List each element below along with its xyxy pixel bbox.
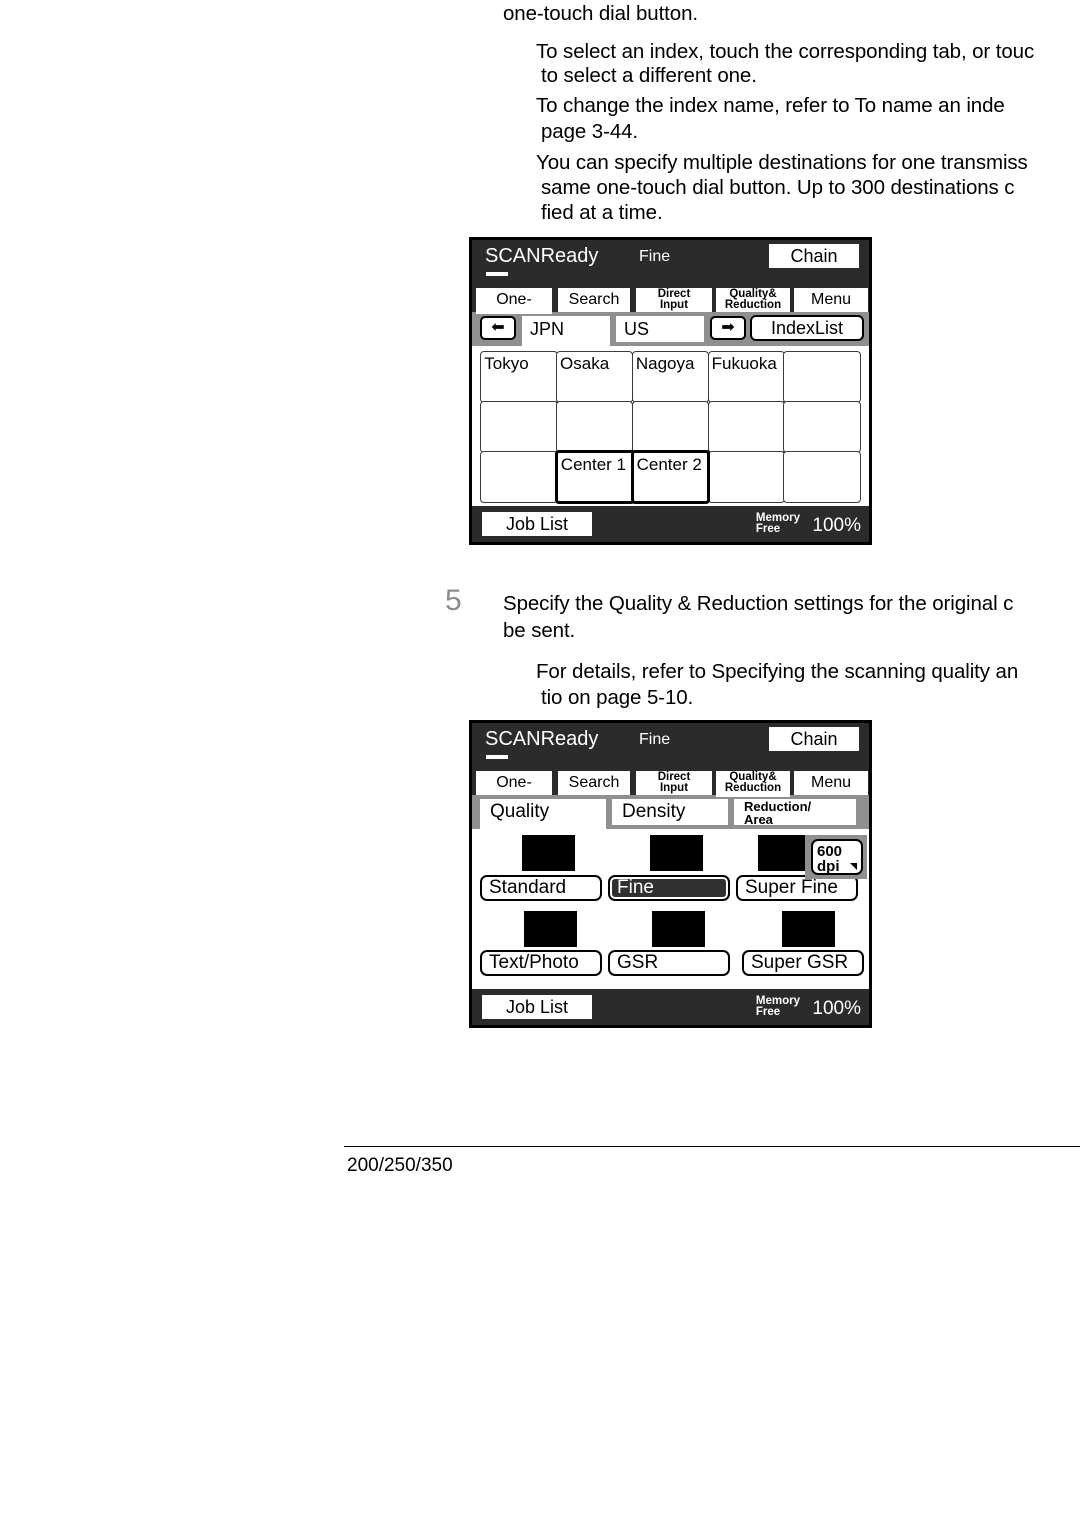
panel2-text-photo-preview-icon bbox=[524, 911, 577, 947]
panel2-memory-free-value: 100% bbox=[812, 998, 861, 1019]
panel1-dial-button-12[interactable]: Center 2 bbox=[630, 450, 711, 504]
panel1-dial-button-2[interactable]: Nagoya bbox=[631, 351, 710, 403]
panel2-tab-one-touch[interactable]: One-Touch bbox=[476, 771, 552, 795]
panel2-chain-button[interactable]: Chain bbox=[769, 727, 859, 751]
panel1-job-list-button[interactable]: Job List bbox=[482, 512, 592, 536]
panel1-status-mode: Fine bbox=[639, 248, 671, 265]
panel2-main-tab-row: One-TouchSearchDirectInputQuality&Reduct… bbox=[472, 769, 869, 797]
panel1-bottom-bar: Job List Memory Free 100% bbox=[472, 506, 869, 542]
panel2-job-list-button[interactable]: Job List bbox=[482, 995, 592, 1019]
panel2-standard-preview-icon bbox=[522, 835, 575, 871]
panel1-tab-menu[interactable]: Menu bbox=[794, 288, 868, 312]
panel2-gsr-preview-icon bbox=[652, 911, 705, 947]
note1-line-2: To change the index name, refer to To na… bbox=[536, 94, 1005, 117]
panel1-dial-button-4[interactable] bbox=[783, 351, 861, 403]
panel2-tab-quality-reduction[interactable]: Quality& Reduction bbox=[716, 771, 790, 797]
step5-note-line-1: tio on page 5-10. bbox=[541, 686, 694, 709]
note1-line-4: You can specify multiple destinations fo… bbox=[536, 151, 1028, 174]
intro-line-0: one-touch dial button. bbox=[503, 2, 698, 25]
panel1-index-list-button[interactable]: IndexList bbox=[750, 315, 864, 341]
step5-line-1: be sent. bbox=[503, 619, 576, 642]
step5-note-line-0: For details, refer to Specifying the sca… bbox=[536, 660, 1019, 683]
panel1-status-title: SCANReady bbox=[485, 245, 599, 267]
panel2-quality-button-text-photo[interactable]: Text/Photo bbox=[480, 950, 602, 976]
panel1-dial-button-13[interactable] bbox=[707, 451, 785, 503]
panel1-dial-button-0[interactable]: Tokyo bbox=[480, 351, 558, 403]
panel1-status-dash-icon bbox=[486, 272, 508, 276]
panel2-super-gsr-preview-icon bbox=[782, 911, 835, 947]
dropdown-triangle-icon bbox=[850, 863, 857, 870]
step-number: 5 bbox=[445, 584, 462, 617]
panel2-content-area: Standard Fine Super Fine Text/Photo GSR Super… bbox=[472, 829, 869, 995]
note1-line-3: page 3-44. bbox=[541, 120, 639, 143]
footer-divider bbox=[344, 1146, 1080, 1147]
panel1-memory-free-label: Memory Free bbox=[755, 512, 800, 535]
panel1-dial-button-3[interactable]: Fukuoka bbox=[707, 351, 785, 403]
panel1-chain-button[interactable]: Chain bbox=[769, 244, 859, 268]
panel2-quality-button-standard[interactable]: Standard bbox=[480, 875, 602, 901]
panel1-tab-direct-input[interactable]: Direct Input bbox=[636, 288, 712, 312]
panel1-index-tab-us[interactable]: US bbox=[616, 316, 704, 342]
panel1-main-tab-row: One-TouchSearchDirectInputQuality&Reduct… bbox=[472, 286, 869, 314]
panel2-sub-tab-row: Quality Density Reduction/Area bbox=[472, 795, 869, 829]
panel1-index-tab-row: ⬅ JPN US ➡ IndexList bbox=[472, 312, 869, 346]
panel2-sub-tab-quality[interactable]: Quality bbox=[480, 799, 606, 829]
panel1-dial-button-5[interactable] bbox=[480, 401, 558, 453]
panel1-memory-free-value: 100% bbox=[812, 515, 861, 536]
panel1-dial-button-8[interactable] bbox=[707, 401, 785, 453]
note1-line-6: fied at a time. bbox=[541, 201, 663, 224]
panel2-tab-search[interactable]: Search bbox=[558, 771, 630, 795]
panel2-super-fine-preview-icon bbox=[758, 835, 811, 871]
panel2-bottom-bar: Job List Memory Free 100% bbox=[472, 989, 869, 1025]
panel2-memory-free-label: Memory Free bbox=[755, 995, 800, 1018]
panel2-sub-tab-density[interactable]: Density bbox=[612, 799, 728, 825]
panel1-tab-quality-reduction[interactable]: Quality& Reduction bbox=[716, 288, 790, 312]
right-arrow-icon[interactable]: ➡ bbox=[710, 316, 746, 340]
panel1-tab-one-touch[interactable]: One-Touch bbox=[476, 288, 552, 314]
document-page: one-touch dial button. To select an inde… bbox=[0, 0, 1080, 1529]
lcd-screenshot-quality-reduction: SCANReady Fine Chain One-TouchSearchDire… bbox=[469, 720, 872, 1028]
panel1-index-tab-jpn[interactable]: JPN bbox=[522, 316, 610, 346]
panel2-fine-preview-icon bbox=[650, 835, 703, 871]
panel2-status-title: SCANReady bbox=[485, 728, 599, 750]
panel2-sub-tab-reduction-area[interactable]: Reduction/Area bbox=[734, 799, 856, 825]
panel2-quality-button-gsr[interactable]: GSR bbox=[608, 950, 730, 976]
lcd-screenshot-one-touch: SCANReady Fine Chain One-TouchSearchDire… bbox=[469, 237, 872, 545]
panel1-tab-search[interactable]: Search bbox=[558, 288, 630, 312]
panel2-tab-menu[interactable]: Menu bbox=[794, 771, 868, 795]
panel2-dpi-button[interactable]: 600 dpi bbox=[811, 839, 863, 875]
panel1-screen: SCANReady Fine Chain One-TouchSearchDire… bbox=[472, 240, 869, 542]
panel1-dial-button-9[interactable] bbox=[783, 401, 861, 453]
panel2-quality-button-super-gsr[interactable]: Super GSR bbox=[742, 950, 864, 976]
note1-line-1: to select a different one. bbox=[541, 64, 757, 87]
panel1-dial-button-1[interactable]: Osaka bbox=[556, 351, 634, 403]
note1-line-5: same one-touch dial button. Up to 300 de… bbox=[541, 176, 1015, 199]
panel1-dial-button-11[interactable]: Center 1 bbox=[554, 450, 635, 504]
panel2-status-bar: SCANReady Fine Chain bbox=[472, 723, 869, 769]
panel2-status-mode: Fine bbox=[639, 731, 671, 748]
panel2-screen: SCANReady Fine Chain One-TouchSearchDire… bbox=[472, 723, 869, 1025]
panel1-dial-button-6[interactable] bbox=[556, 401, 634, 453]
panel1-content-area: Tokyo Osaka Nagoya Fukuoka Center 1 Center 2 bbox=[472, 346, 869, 512]
panel1-status-bar: SCANReady Fine Chain bbox=[472, 240, 869, 286]
panel2-quality-button-fine[interactable]: Fine bbox=[608, 875, 730, 901]
panel1-dial-button-14[interactable] bbox=[783, 451, 861, 503]
panel1-destination-grid: Tokyo Osaka Nagoya Fukuoka Center 1 Center 2 bbox=[480, 351, 861, 504]
panel1-dial-button-7[interactable] bbox=[631, 401, 710, 453]
panel2-status-dash-icon bbox=[486, 755, 508, 759]
left-arrow-icon[interactable]: ⬅ bbox=[480, 316, 516, 340]
step5-line-0: Specify the Quality & Reduction settings… bbox=[503, 592, 1014, 615]
panel2-tab-direct-input[interactable]: Direct Input bbox=[636, 771, 712, 795]
panel1-dial-button-10[interactable] bbox=[480, 451, 558, 503]
footer-model-numbers: 200/250/350 bbox=[347, 1155, 453, 1176]
panel2-dpi-panel: 600 dpi bbox=[805, 835, 867, 879]
